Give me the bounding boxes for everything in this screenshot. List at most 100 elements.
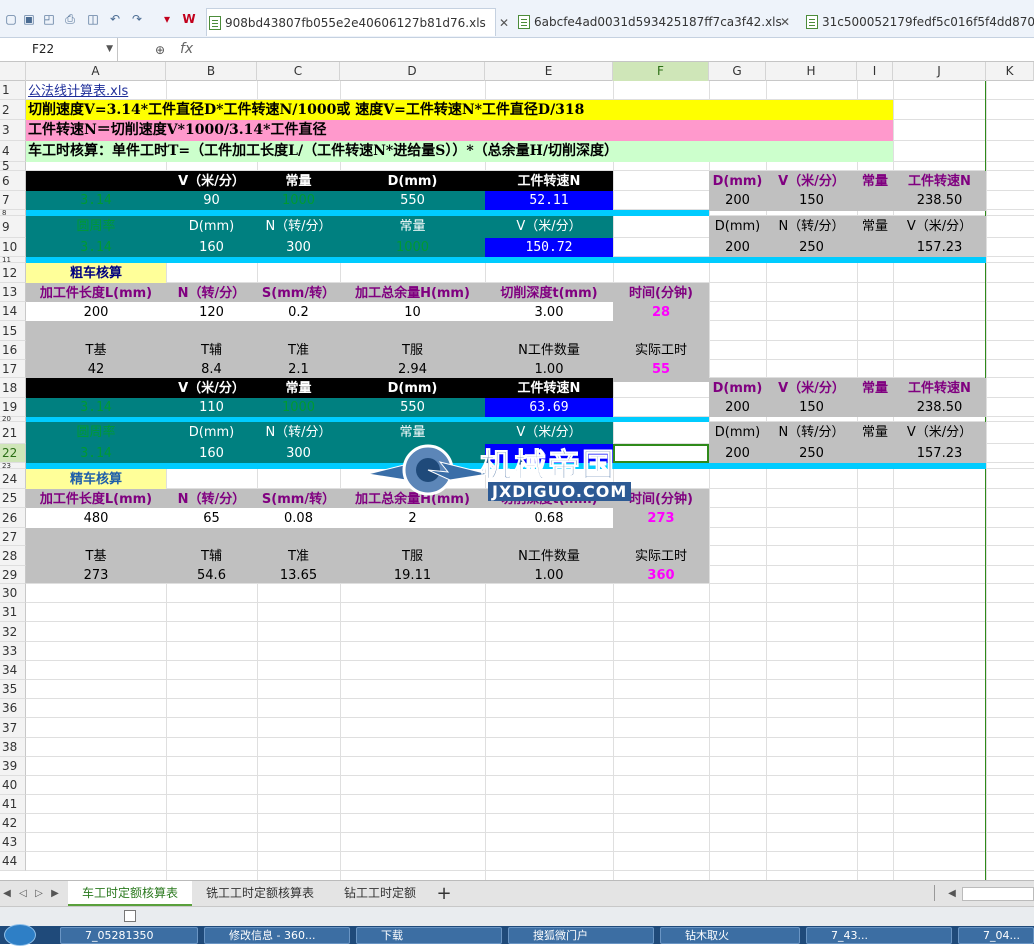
cell[interactable]: 工件转速N: [485, 379, 613, 398]
wps-menu-icon[interactable]: ▾: [160, 12, 174, 26]
taskbar-item[interactable]: 7_05281350: [60, 927, 198, 944]
row-header[interactable]: 6: [0, 171, 26, 191]
cell[interactable]: D(mm): [709, 379, 766, 398]
cell[interactable]: V（米/分）: [166, 379, 257, 398]
taskbar-item[interactable]: 搜狐微门户: [508, 927, 654, 944]
cell[interactable]: 200: [709, 398, 766, 417]
row-header[interactable]: 41: [0, 795, 26, 814]
cell[interactable]: D(mm): [709, 172, 766, 191]
cell[interactable]: 65: [166, 509, 257, 528]
cell[interactable]: T辅: [166, 341, 257, 360]
column-header[interactable]: A: [26, 62, 166, 81]
column-header[interactable]: F: [613, 62, 709, 81]
cell[interactable]: 550: [340, 191, 485, 210]
cell[interactable]: 1000: [340, 238, 485, 257]
row-header[interactable]: 1: [0, 81, 26, 100]
row-header[interactable]: 14: [0, 302, 26, 321]
scroll-left-icon[interactable]: ◀: [946, 881, 958, 906]
cell[interactable]: D(mm): [166, 217, 257, 236]
file-tab-3[interactable]: 31c500052179fedf5c016f5f4dd870b: [804, 8, 1034, 36]
cell[interactable]: D(mm): [709, 423, 766, 442]
add-sheet-button[interactable]: +: [432, 881, 456, 906]
file-tab-2[interactable]: 6abcfe4ad0031d593425187ff7ca3f42.xls ✕: [516, 8, 790, 36]
cell[interactable]: 常量: [257, 172, 340, 191]
row-header[interactable]: 36: [0, 699, 26, 718]
cell[interactable]: N（转/分）: [166, 284, 257, 303]
cell[interactable]: 10: [340, 303, 485, 322]
cell[interactable]: 54.6: [166, 566, 257, 585]
cell[interactable]: T辅: [166, 547, 257, 566]
cell[interactable]: T服: [340, 547, 485, 566]
row-header[interactable]: 9: [0, 216, 26, 238]
cell[interactable]: 圆周率: [26, 217, 166, 236]
row-header[interactable]: 35: [0, 680, 26, 699]
cell[interactable]: 常量: [257, 379, 340, 398]
save-icon[interactable]: ▣: [22, 12, 36, 26]
row-header[interactable]: 27: [0, 528, 26, 546]
cell[interactable]: 圆周率: [26, 423, 166, 442]
close-tab-icon[interactable]: ✕: [780, 8, 790, 36]
cell[interactable]: 常量: [857, 172, 893, 191]
cell[interactable]: 实际工时: [613, 547, 709, 566]
row-header[interactable]: 33: [0, 642, 26, 661]
cell[interactable]: 常量: [857, 217, 893, 236]
cell[interactable]: 工件转速N: [485, 172, 613, 191]
cell[interactable]: 200: [709, 238, 766, 257]
column-header[interactable]: D: [340, 62, 485, 81]
cell[interactable]: D(mm): [709, 217, 766, 236]
cell[interactable]: N工件数量: [485, 547, 613, 566]
file-tab-1[interactable]: 908bd43807fb055e2e40606127b81d76.xls * ✕: [206, 8, 509, 58]
cell[interactable]: 0.2: [257, 303, 340, 322]
zoom-icon[interactable]: ⊕: [155, 43, 165, 57]
column-header[interactable]: C: [257, 62, 340, 81]
cell[interactable]: 2: [340, 509, 485, 528]
cell[interactable]: 157.23: [893, 238, 986, 257]
chevron-down-icon[interactable]: ▼: [106, 38, 113, 61]
cell[interactable]: 0.08: [257, 509, 340, 528]
cell[interactable]: 3.14: [26, 444, 166, 463]
row-header[interactable]: 5: [0, 160, 26, 172]
taskbar-item[interactable]: 修改信息 - 360...: [204, 927, 350, 944]
first-sheet-icon[interactable]: ◀: [0, 881, 14, 906]
cell[interactable]: 加工件长度L(mm): [26, 284, 166, 303]
scrollbar-divider[interactable]: [934, 885, 944, 901]
cell[interactable]: T基: [26, 341, 166, 360]
wps-logo-icon[interactable]: W: [182, 12, 196, 26]
cell-a1-hyperlink[interactable]: 公法线计算表.xls: [28, 82, 128, 101]
cell[interactable]: T基: [26, 547, 166, 566]
cell[interactable]: 157.23: [893, 444, 986, 463]
section-title-fine[interactable]: 精车核算: [26, 470, 166, 489]
cell[interactable]: 52.11: [485, 191, 613, 210]
horizontal-scrollbar[interactable]: [962, 887, 1034, 901]
cell[interactable]: 3.14: [26, 238, 166, 257]
taskbar-item[interactable]: 7_04...: [958, 927, 1034, 944]
cell[interactable]: S(mm/转）: [257, 490, 340, 509]
row-header[interactable]: 34: [0, 661, 26, 680]
export-icon[interactable]: ◰: [42, 12, 56, 26]
cell[interactable]: 200: [26, 303, 166, 322]
cell[interactable]: 238.50: [893, 398, 986, 417]
column-header[interactable]: B: [166, 62, 257, 81]
cell[interactable]: 480: [26, 509, 166, 528]
undo-icon[interactable]: ↶: [108, 12, 122, 26]
cell[interactable]: D(mm): [166, 423, 257, 442]
cell-row2-formula-text[interactable]: 切削速度V=3.14*工件直径D*工件转速N/1000或 速度V=工件转速N*工…: [28, 101, 584, 120]
section-title-rough[interactable]: 粗车核算: [26, 264, 166, 283]
cell[interactable]: 250: [766, 238, 857, 257]
cell[interactable]: S(mm/转）: [257, 284, 340, 303]
taskbar-item[interactable]: 下载: [356, 927, 502, 944]
cell[interactable]: 常量: [340, 217, 485, 236]
row-header[interactable]: 22: [0, 444, 26, 463]
cell[interactable]: 42: [26, 360, 166, 379]
cell[interactable]: 时间(分钟): [613, 284, 709, 303]
column-header[interactable]: G: [709, 62, 766, 81]
cell[interactable]: T准: [257, 547, 340, 566]
row-header[interactable]: 32: [0, 622, 26, 642]
cell[interactable]: 3.14: [26, 191, 166, 210]
cell[interactable]: 常量: [857, 379, 893, 398]
cell[interactable]: 273: [26, 566, 166, 585]
cell[interactable]: 切削深度t(mm): [485, 284, 613, 303]
cell[interactable]: V（米/分）: [766, 172, 857, 191]
cell[interactable]: N（转/分）: [257, 423, 340, 442]
cell[interactable]: N（转/分）: [166, 490, 257, 509]
